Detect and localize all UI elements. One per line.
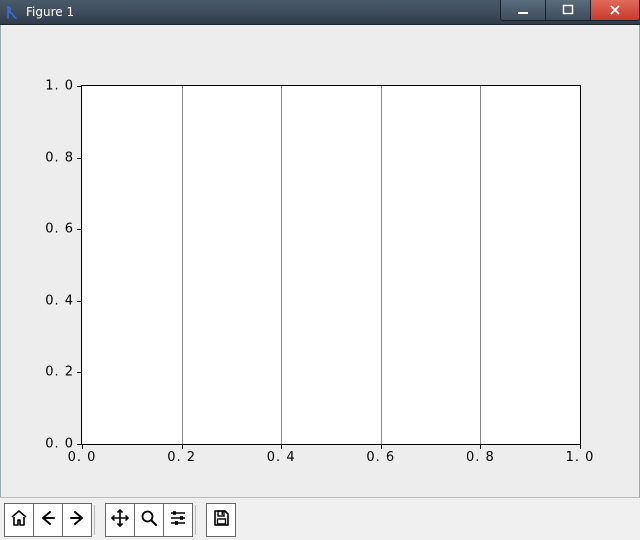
tk-icon — [4, 4, 20, 20]
zoom-button[interactable] — [134, 503, 164, 537]
arrow-right-icon — [67, 508, 87, 531]
x-tick — [182, 444, 183, 449]
figure-canvas[interactable]: 0. 0 0. 2 0. 4 0. 6 0. 8 1. 0 0. 0 0. 2 0. 4 0. 6… — [0, 25, 640, 497]
x-tick-label: 0. 6 — [366, 450, 395, 465]
save-button[interactable] — [206, 503, 236, 537]
configure-subplots-button[interactable] — [163, 503, 193, 537]
x-tick — [580, 444, 581, 449]
y-tick — [77, 229, 82, 230]
home-button[interactable] — [4, 503, 34, 537]
gridline — [381, 86, 382, 444]
toolbar-separator — [195, 505, 204, 535]
x-tick — [381, 444, 382, 449]
home-icon — [9, 508, 29, 531]
y-tick — [77, 444, 82, 445]
toolbar-separator — [94, 505, 103, 535]
close-button[interactable] — [590, 0, 640, 21]
arrow-left-icon — [38, 508, 58, 531]
x-tick-label: 0. 8 — [466, 450, 495, 465]
save-icon — [211, 508, 231, 531]
y-tick-label: 0. 8 — [45, 150, 74, 165]
y-tick-label: 0. 2 — [45, 365, 74, 380]
minimize-button[interactable] — [500, 0, 546, 21]
maximize-button[interactable] — [545, 0, 591, 21]
y-tick-label: 0. 6 — [45, 222, 74, 237]
x-tick — [480, 444, 481, 449]
x-tick-label: 0. 4 — [267, 450, 296, 465]
pan-button[interactable] — [105, 503, 135, 537]
x-tick — [82, 444, 83, 449]
y-tick — [77, 86, 82, 87]
x-tick-label: 0. 0 — [68, 450, 97, 465]
back-button[interactable] — [33, 503, 63, 537]
gridline — [281, 86, 282, 444]
x-tick-label: 1. 0 — [566, 450, 595, 465]
forward-button[interactable] — [62, 503, 92, 537]
nav-toolbar — [0, 497, 640, 540]
sliders-icon — [168, 508, 188, 531]
window-controls — [501, 0, 640, 24]
y-tick — [77, 301, 82, 302]
gridline — [182, 86, 183, 444]
window-titlebar: Figure 1 — [0, 0, 640, 25]
move-icon — [110, 508, 130, 531]
y-tick — [77, 372, 82, 373]
window-title: Figure 1 — [26, 5, 74, 19]
y-tick-label: 0. 0 — [45, 437, 74, 452]
y-tick-label: 1. 0 — [45, 79, 74, 94]
x-tick-label: 0. 2 — [167, 450, 196, 465]
y-tick-label: 0. 4 — [45, 293, 74, 308]
y-tick — [77, 158, 82, 159]
x-tick — [281, 444, 282, 449]
plot-axes: 0. 00. 20. 40. 60. 81. 00. 00. 20. 40. 6… — [81, 85, 581, 445]
magnifier-icon — [139, 508, 159, 531]
gridline — [480, 86, 481, 444]
